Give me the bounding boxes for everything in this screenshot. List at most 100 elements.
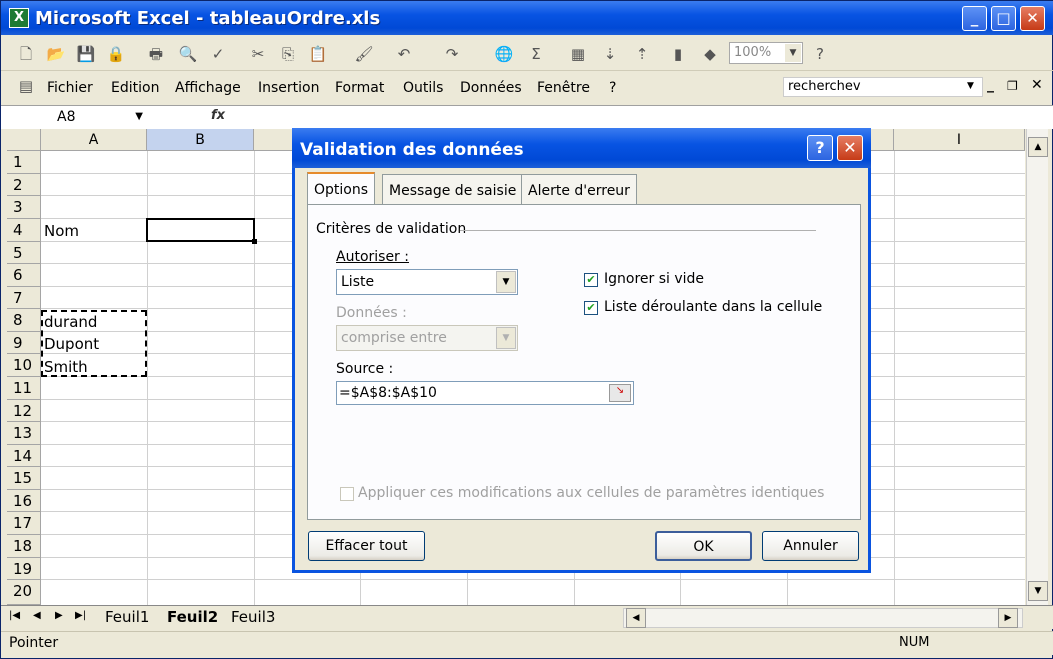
sheet-tab-feuil3[interactable]: Feuil3 (231, 606, 275, 628)
row-header[interactable]: 11 (7, 377, 41, 400)
row-header[interactable]: 18 (7, 535, 41, 558)
sheet-tab-feuil2[interactable]: Feuil2 (167, 606, 218, 628)
row-header[interactable]: 20 (7, 580, 41, 605)
row-header[interactable]: 12 (7, 400, 41, 422)
chevron-down-icon[interactable]: ▼ (135, 107, 143, 127)
cut-icon[interactable]: ✂ (247, 43, 269, 65)
row-header[interactable]: 9 (7, 332, 41, 354)
allow-select[interactable]: Liste ▼ (336, 269, 518, 295)
menu-fichier[interactable]: Fichier (47, 80, 93, 96)
cancel-button[interactable]: Annuler (762, 531, 859, 561)
tab-message-saisie[interactable]: Message de saisie (382, 174, 524, 204)
tab-options[interactable]: Options (307, 172, 376, 205)
help-icon[interactable]: ? (809, 43, 831, 65)
row-header[interactable]: 19 (7, 558, 41, 580)
row-header[interactable]: 14 (7, 445, 41, 467)
chevron-down-icon[interactable]: ▼ (496, 271, 516, 293)
ok-button[interactable]: OK (655, 531, 752, 561)
row-header[interactable]: 3 (7, 196, 41, 219)
undo-icon[interactable]: ↶ (393, 43, 415, 65)
chevron-down-icon[interactable]: ▼ (967, 81, 974, 91)
row-header[interactable]: 8 (7, 309, 41, 332)
autosum-icon[interactable]: Σ (525, 43, 547, 65)
spelling-icon[interactable]: ✓ (207, 43, 229, 65)
sort-desc-icon[interactable]: ⇡ (631, 43, 653, 65)
fill-handle[interactable] (252, 239, 257, 244)
next-sheet-icon[interactable]: ▶ (55, 610, 63, 621)
menu-insertion[interactable]: Insertion (258, 80, 319, 96)
column-header[interactable]: A (41, 129, 147, 151)
scroll-down-icon[interactable]: ▼ (1028, 581, 1048, 601)
range-picker-icon[interactable]: ↘ (609, 384, 631, 402)
workbook-icon[interactable]: ▤ (15, 75, 37, 97)
print-icon[interactable]: 🖶 (145, 43, 167, 65)
name-box[interactable]: A8 ▼ (5, 107, 145, 127)
paste-icon[interactable]: 📋 (307, 43, 329, 65)
dialog-close-button[interactable]: ✕ (837, 135, 863, 161)
sheet-tab-feuil1[interactable]: Feuil1 (105, 606, 149, 628)
menu-donnees[interactable]: Données (460, 80, 522, 96)
print-preview-icon[interactable]: 🔍 (177, 43, 199, 65)
column-header[interactable]: I (894, 129, 1025, 151)
prev-sheet-icon[interactable]: ◀ (33, 610, 41, 621)
menu-fenetre[interactable]: Fenêtre (537, 80, 590, 96)
dropdown-checkbox[interactable]: ✔ (584, 301, 598, 315)
permission-icon[interactable]: 🔒 (105, 43, 127, 65)
scroll-up-icon[interactable]: ▲ (1028, 137, 1048, 157)
maximize-button[interactable]: □ (991, 6, 1016, 31)
scroll-right-icon[interactable]: ▶ (998, 608, 1018, 628)
menu-outils[interactable]: Outils (403, 80, 443, 96)
row-header[interactable]: 10 (7, 354, 41, 377)
row-header[interactable]: 7 (7, 287, 41, 309)
menu-affichage[interactable]: Affichage (175, 80, 241, 96)
menu-edition[interactable]: Edition (111, 80, 159, 96)
source-input[interactable]: =$A$8:$A$10 ↘ (336, 381, 634, 405)
row-header[interactable]: 5 (7, 242, 41, 264)
copy-icon[interactable]: ⎘ (277, 43, 299, 65)
help-search-input[interactable]: recherchev (783, 77, 983, 97)
tab-alerte-erreur[interactable]: Alerte d'erreur (521, 174, 637, 204)
zoom-select[interactable]: 100% ▼ (729, 42, 803, 64)
redo-icon[interactable]: ↷ (441, 43, 463, 65)
horizontal-scrollbar[interactable]: ◀ ▶ (623, 608, 1023, 628)
function-icon[interactable]: fx (211, 108, 225, 123)
row-header[interactable]: 4 (7, 219, 41, 242)
cell-a9[interactable]: Dupont (44, 335, 99, 353)
row-header[interactable]: 1 (7, 151, 41, 174)
doc-close-button[interactable]: ✕ (1031, 77, 1043, 93)
first-sheet-icon[interactable]: |◀ (9, 610, 20, 621)
doc-minimize-button[interactable]: _ (987, 77, 994, 93)
row-header[interactable]: 13 (7, 422, 41, 445)
chart-icon[interactable]: ▮ (667, 43, 689, 65)
format-painter-icon[interactable]: 🖌 (353, 43, 375, 65)
select-all-corner[interactable] (7, 129, 41, 151)
menu-format[interactable]: Format (335, 80, 384, 96)
row-header[interactable]: 17 (7, 512, 41, 535)
close-button[interactable]: ✕ (1020, 6, 1045, 31)
active-cell-b4[interactable] (146, 218, 255, 242)
row-header[interactable]: 15 (7, 467, 41, 490)
row-header[interactable]: 6 (7, 264, 41, 287)
ignore-blank-checkbox[interactable]: ✔ (584, 273, 598, 287)
row-header[interactable]: 2 (7, 174, 41, 196)
hyperlink-icon[interactable]: 🌐 (493, 43, 515, 65)
vertical-scrollbar[interactable]: ▲ ▼ (1026, 129, 1048, 605)
doc-restore-button[interactable]: ❐ (1007, 79, 1018, 93)
last-sheet-icon[interactable]: ▶| (75, 610, 86, 621)
column-header[interactable]: B (147, 129, 254, 151)
cell-a8[interactable]: durand (44, 313, 97, 331)
scroll-left-icon[interactable]: ◀ (626, 608, 646, 628)
save-icon[interactable]: 💾 (75, 43, 97, 65)
menu-help[interactable]: ? (609, 80, 616, 96)
cell-a10[interactable]: Smith (44, 358, 88, 376)
minimize-button[interactable]: _ (962, 6, 987, 31)
excel-icon[interactable]: X (9, 8, 29, 28)
open-icon[interactable]: 📂 (45, 43, 67, 65)
row-header[interactable]: 16 (7, 490, 41, 512)
function-icon[interactable]: ▦ (567, 43, 589, 65)
new-icon[interactable]: 🗋 (15, 43, 37, 65)
help-button[interactable]: ? (807, 135, 833, 161)
drawing-icon[interactable]: ◆ (699, 43, 721, 65)
cell-a4[interactable]: Nom (44, 222, 79, 240)
clear-all-button[interactable]: Effacer tout (308, 531, 425, 561)
